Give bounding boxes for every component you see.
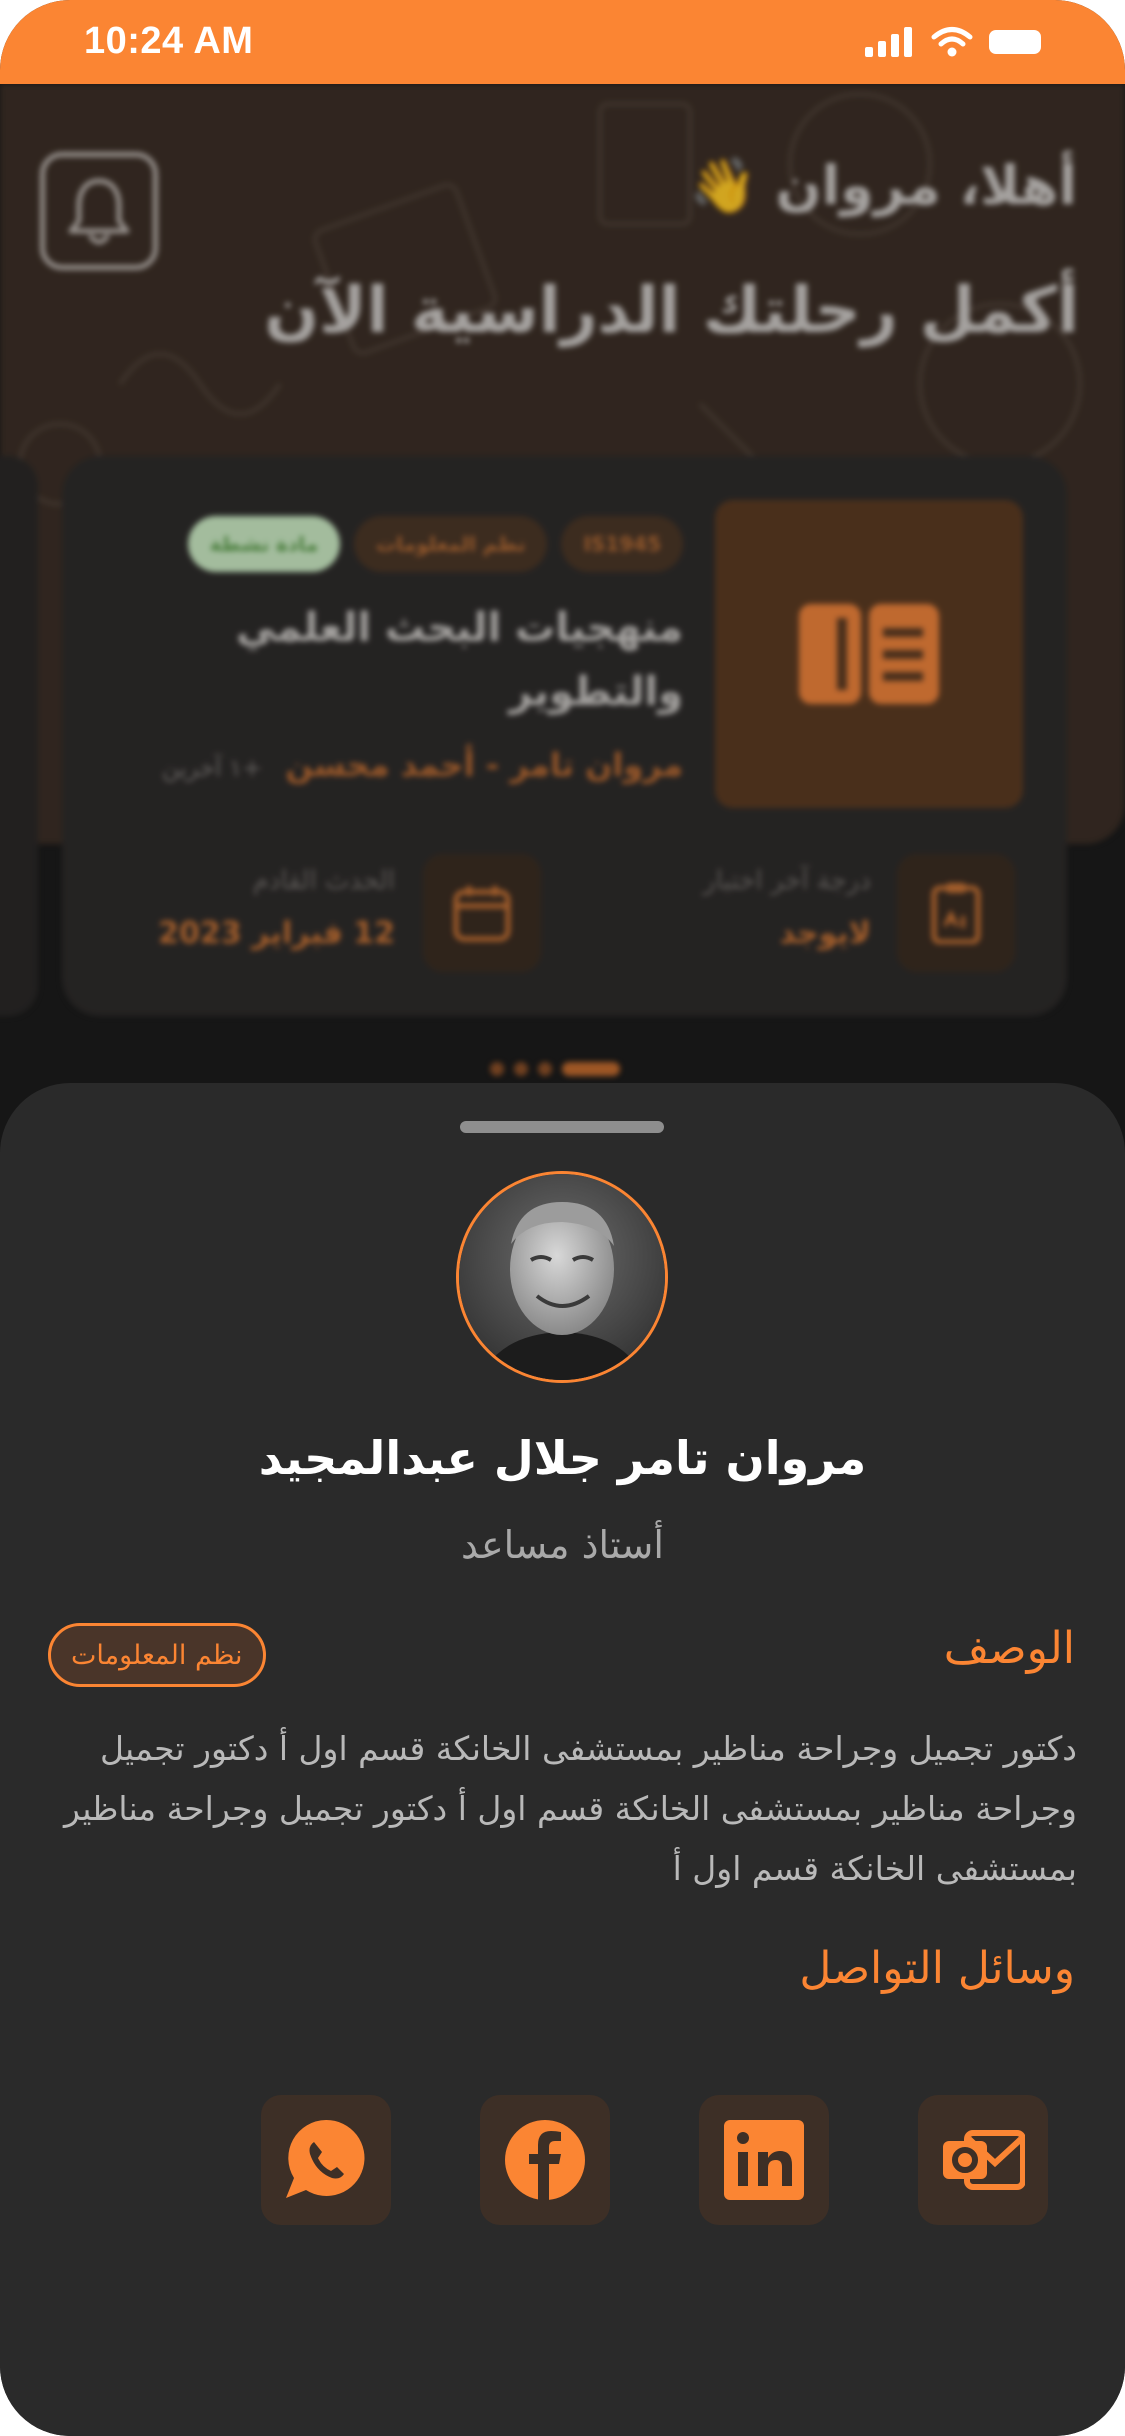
facebook-button[interactable] — [480, 2095, 610, 2225]
linkedin-button[interactable] — [699, 2095, 829, 2225]
teacher-name: مروان تامر جلال عبدالمجيد — [258, 1431, 867, 1485]
sheet-overlay[interactable] — [0, 84, 1125, 1184]
whatsapp-button[interactable] — [261, 2095, 391, 2225]
outlook-button[interactable] — [918, 2095, 1048, 2225]
wifi-icon — [931, 27, 973, 57]
linkedin-icon — [724, 2120, 804, 2200]
status-time: 10:24 AM — [84, 20, 254, 62]
description-title: الوصف — [943, 1623, 1075, 1674]
department-tag: نظم المعلومات — [48, 1623, 266, 1687]
description-text: دكتور تجميل وجراحة مناظير بمستشفى الخانك… — [63, 1729, 1077, 1888]
avatar-photo — [459, 1174, 665, 1380]
whatsapp-icon — [286, 2119, 365, 2198]
avatar — [456, 1171, 668, 1383]
teacher-profile-sheet: مروان تامر جلال عبدالمجيد أستاذ مساعد نظ… — [0, 1083, 1125, 2436]
phone-screen: 10:24 AM أهلا، مروان 👋 أكمل رحلتك الدراس… — [0, 0, 1125, 2436]
contact-icons — [0, 2095, 1125, 2225]
sheet-drag-handle[interactable] — [460, 1121, 664, 1133]
status-bar: 10:24 AM — [0, 0, 1125, 84]
signal-icon — [865, 27, 912, 57]
facebook-icon — [505, 2120, 585, 2200]
contact-title: وسائل التواصل — [799, 1943, 1075, 1994]
outlook-icon — [943, 2130, 1025, 2190]
battery-icon — [989, 30, 1041, 54]
teacher-role: أستاذ مساعد — [461, 1523, 664, 1567]
status-icons — [865, 26, 1045, 58]
